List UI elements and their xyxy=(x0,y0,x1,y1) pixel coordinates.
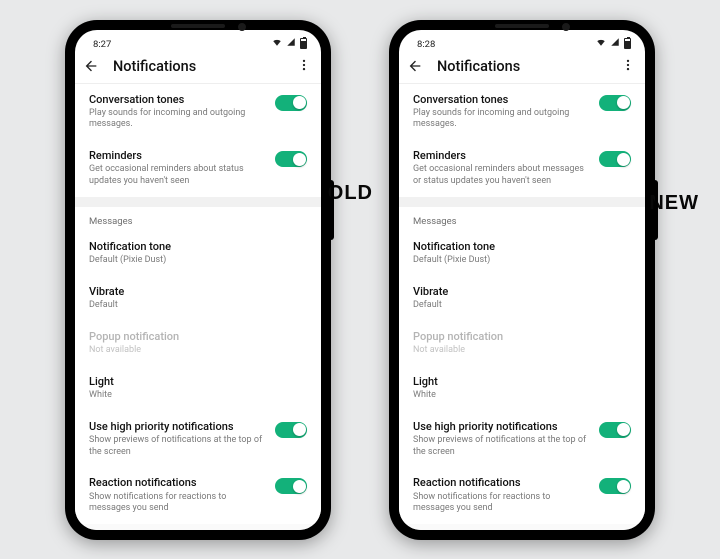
reaction-notifications-row[interactable]: Reaction notifications Show notification… xyxy=(75,467,321,524)
conversation-tones-row[interactable]: Conversation tones Play sounds for incom… xyxy=(399,84,645,141)
section-header-messages: Messages xyxy=(75,207,321,231)
conversation-tones-row[interactable]: Conversation tones Play sounds for incom… xyxy=(75,84,321,141)
light-row[interactable]: Light White xyxy=(399,366,645,411)
row-title: Popup notification xyxy=(413,330,631,344)
row-title: Light xyxy=(89,375,307,389)
row-subtitle: Default (Pixie Dust) xyxy=(413,255,631,267)
status-time: 8:28 xyxy=(417,39,435,50)
reminders-row[interactable]: Reminders Get occasional reminders about… xyxy=(75,140,321,197)
row-subtitle: Play sounds for incoming and outgoing me… xyxy=(413,108,589,131)
conversation-tones-toggle[interactable] xyxy=(275,95,307,111)
row-subtitle: Default xyxy=(89,300,307,312)
light-row[interactable]: Light White xyxy=(75,366,321,411)
notification-tone-row[interactable]: Notification tone Default (Pixie Dust) xyxy=(399,231,645,276)
page-title: Notifications xyxy=(437,58,605,75)
app-bar: Notifications xyxy=(399,50,645,84)
row-subtitle: Not available xyxy=(413,345,631,357)
row-subtitle: White xyxy=(89,390,307,402)
row-title: Use high priority notifications xyxy=(89,420,265,434)
popup-notification-row: Popup notification Not available xyxy=(75,321,321,366)
row-title: Reminders xyxy=(413,149,589,163)
overflow-menu-icon[interactable] xyxy=(295,57,313,76)
high-priority-toggle[interactable] xyxy=(599,422,631,438)
badge-new: NEW xyxy=(649,192,699,215)
row-subtitle: Get occasional reminders about messages … xyxy=(413,164,589,187)
signal-icon xyxy=(610,37,620,50)
row-title: Notification tone xyxy=(413,240,631,254)
back-arrow-icon[interactable] xyxy=(407,58,423,74)
row-subtitle: Get occasional reminders about status up… xyxy=(89,164,265,187)
reaction-toggle[interactable] xyxy=(599,478,631,494)
row-title: Reaction notifications xyxy=(413,476,589,490)
reminders-toggle[interactable] xyxy=(599,151,631,167)
phone-old: 8:27 Notifications Conversation tones Pl… xyxy=(65,20,331,540)
wifi-icon xyxy=(596,37,606,50)
row-subtitle: Show previews of notifications at the to… xyxy=(89,435,265,458)
phone-new: 8:28 Notifications Conversation tones Pl… xyxy=(389,20,655,540)
reminders-toggle[interactable] xyxy=(275,151,307,167)
row-subtitle: Show notifications for reactions to mess… xyxy=(413,492,589,515)
high-priority-row[interactable]: Use high priority notifications Show pre… xyxy=(75,411,321,468)
row-title: Reaction notifications xyxy=(89,476,265,490)
row-title: Vibrate xyxy=(89,285,307,299)
reaction-notifications-row[interactable]: Reaction notifications Show notification… xyxy=(399,467,645,524)
status-bar: 8:28 xyxy=(399,30,645,50)
row-subtitle: Play sounds for incoming and outgoing me… xyxy=(89,108,265,131)
section-header-messages: Messages xyxy=(399,207,645,231)
row-subtitle: White xyxy=(413,390,631,402)
reaction-toggle[interactable] xyxy=(275,478,307,494)
vibrate-row[interactable]: Vibrate Default xyxy=(399,276,645,321)
high-priority-row[interactable]: Use high priority notifications Show pre… xyxy=(399,411,645,468)
back-arrow-icon[interactable] xyxy=(83,58,99,74)
row-title: Vibrate xyxy=(413,285,631,299)
vibrate-row[interactable]: Vibrate Default xyxy=(75,276,321,321)
row-title: Reminders xyxy=(89,149,265,163)
conversation-tones-toggle[interactable] xyxy=(599,95,631,111)
wifi-icon xyxy=(272,37,282,50)
row-title: Light xyxy=(413,375,631,389)
battery-icon xyxy=(300,38,307,49)
row-subtitle: Not available xyxy=(89,345,307,357)
row-title: Conversation tones xyxy=(89,93,265,107)
app-bar: Notifications xyxy=(75,50,321,84)
row-title: Popup notification xyxy=(89,330,307,344)
row-title: Use high priority notifications xyxy=(413,420,589,434)
signal-icon xyxy=(286,37,296,50)
status-time: 8:27 xyxy=(93,39,111,50)
battery-icon xyxy=(624,38,631,49)
overflow-menu-icon[interactable] xyxy=(619,57,637,76)
row-title: Conversation tones xyxy=(413,93,589,107)
row-subtitle: Show notifications for reactions to mess… xyxy=(89,492,265,515)
popup-notification-row: Popup notification Not available xyxy=(399,321,645,366)
reminders-row[interactable]: Reminders Get occasional reminders about… xyxy=(399,140,645,197)
row-subtitle: Show previews of notifications at the to… xyxy=(413,435,589,458)
row-subtitle: Default (Pixie Dust) xyxy=(89,255,307,267)
page-title: Notifications xyxy=(113,58,281,75)
row-title: Notification tone xyxy=(89,240,307,254)
status-bar: 8:27 xyxy=(75,30,321,50)
notification-tone-row[interactable]: Notification tone Default (Pixie Dust) xyxy=(75,231,321,276)
high-priority-toggle[interactable] xyxy=(275,422,307,438)
row-subtitle: Default xyxy=(413,300,631,312)
badge-old: OLD xyxy=(328,182,373,205)
